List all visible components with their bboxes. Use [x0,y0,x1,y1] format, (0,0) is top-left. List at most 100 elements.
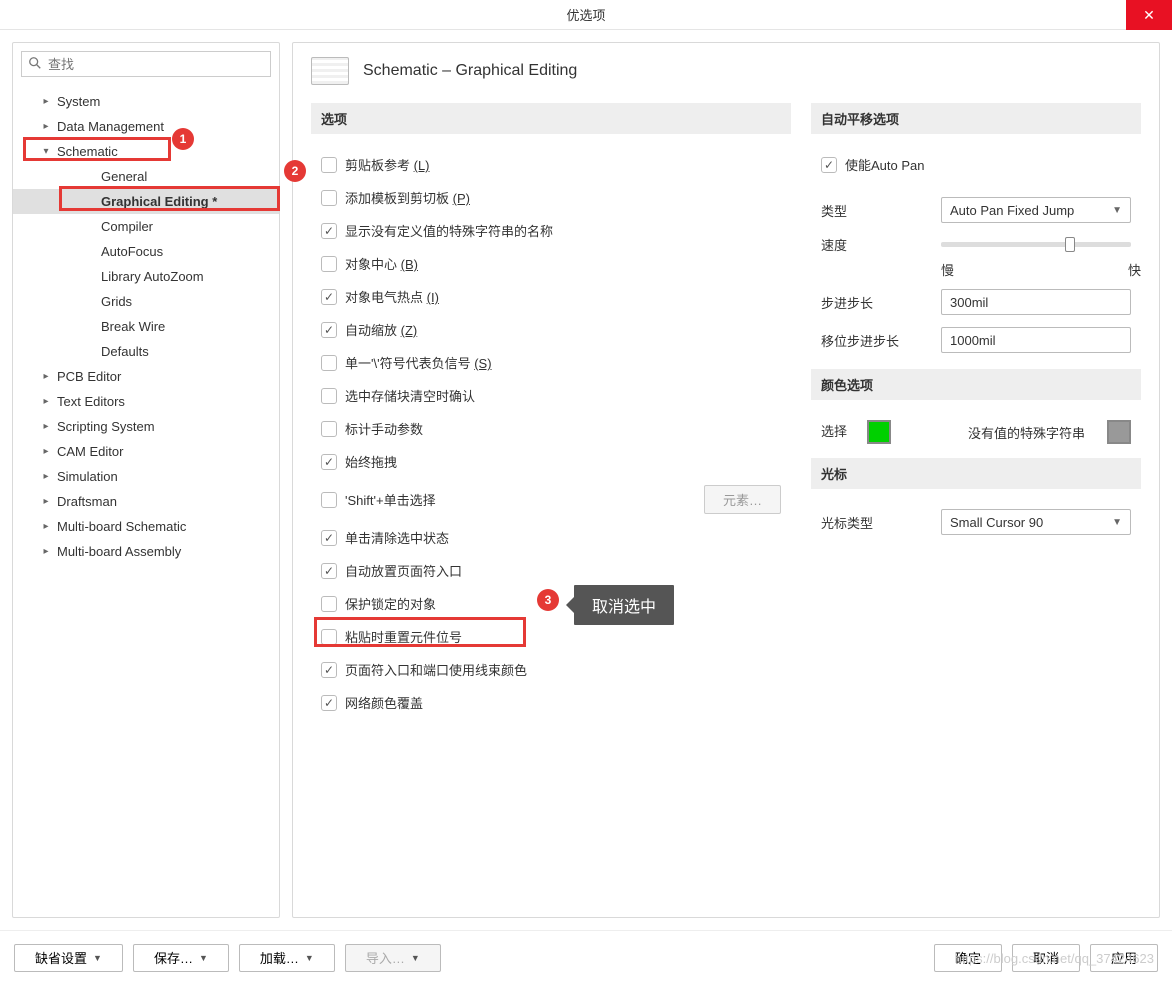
checkbox-reset-designator[interactable] [321,629,337,645]
defaults-button[interactable]: 缺省设置▼ [14,944,123,972]
tree-label: Schematic [57,144,118,159]
option-row-object-center: 对象中心 (B) [321,247,781,280]
select-autopan-type[interactable]: Auto Pan Fixed Jump ▼ [941,197,1131,223]
checkbox-shift-click[interactable] [321,492,337,508]
section-color-header: 颜色选项 [811,369,1141,400]
checkbox-object-center[interactable] [321,256,337,272]
tree-item-schematic[interactable]: ▾Schematic [13,139,279,164]
tree-item-draftsman[interactable]: ▸ Draftsman [13,489,279,514]
cancel-button[interactable]: 取消 [1012,944,1080,972]
checkbox-enable-autopan[interactable] [821,157,837,173]
chevron-down-icon: ▼ [1112,205,1122,216]
option-row-reset-designator: 粘贴时重置元件位号 [321,620,781,653]
bottom-toolbar: 缺省设置▼ 保存…▼ 加载…▼ 导入…▼ 确定 取消 应用 [0,930,1172,984]
checkbox-single-neg[interactable] [321,355,337,371]
input-shift-step[interactable]: 1000mil [941,327,1131,353]
slider-speed[interactable] [941,242,1131,247]
tree-item-compiler[interactable]: Compiler [13,214,279,239]
search-box[interactable] [21,51,271,77]
input-step[interactable]: 300mil [941,289,1131,315]
checkbox-protect-locked[interactable] [321,596,337,612]
tree-item-multiboard-assembly[interactable]: ▸Multi-board Assembly [13,539,279,564]
tree-label: Draftsman [57,494,117,509]
label-shift-click: 'Shift'+单击选择 [345,490,436,509]
tree-item-defaults[interactable]: Defaults [13,339,279,364]
tree-label: Defaults [101,344,149,359]
caret-right-icon: ▸ [41,397,51,407]
checkbox-mark-manual[interactable] [321,421,337,437]
color-swatch-selection[interactable] [867,420,891,444]
tree-item-system[interactable]: ▸System [13,89,279,114]
option-row-net-color-override: 网络颜色覆盖 [321,686,781,719]
tree-item-general[interactable]: General [13,164,279,189]
close-button[interactable]: ✕ [1126,0,1172,30]
label-fast: 快 [1128,260,1141,279]
checkbox-electrical-hotspot[interactable] [321,289,337,305]
select-value: Auto Pan Fixed Jump [950,203,1074,218]
caret-right-icon: ▸ [41,497,51,507]
checkbox-show-special[interactable] [321,223,337,239]
schematic-page-icon [311,57,349,85]
tree-item-scripting-system[interactable]: ▸Scripting System [13,414,279,439]
title-bar: 优选项 ✕ [0,0,1172,30]
option-row-add-template: 添加模板到剪切板 (P) [321,181,781,214]
tree-item-multiboard-schematic[interactable]: ▸Multi-board Schematic [13,514,279,539]
search-input[interactable] [48,57,264,72]
checkbox-net-color-override[interactable] [321,695,337,711]
label-net-color-override: 网络颜色覆盖 [345,693,423,712]
tree-item-text-editors[interactable]: ▸ Text Editors [13,389,279,414]
tree-item-cam-editor[interactable]: ▸CAM Editor [13,439,279,464]
checkbox-auto-zoom[interactable] [321,322,337,338]
label-object-center: 对象中心 (B) [345,254,418,273]
tree-item-autofocus[interactable]: AutoFocus [13,239,279,264]
label-type: 类型 [821,201,931,220]
tree-label: Grids [101,294,132,309]
tree-item-simulation[interactable]: ▸ Simulation [13,464,279,489]
checkbox-click-clear[interactable] [321,530,337,546]
checkbox-auto-place-sheet[interactable] [321,563,337,579]
label-special-color: 没有值的特殊字符串 [905,423,1093,442]
nav-tree: ▸System ▸Data Management ▾Schematic Gene… [13,85,279,917]
label-always-drag: 始终拖拽 [345,452,397,471]
tree-label: Multi-board Schematic [57,519,186,534]
option-row-mark-manual: 标计手动参数 [321,412,781,445]
option-row-shift-click: 'Shift'+单击选择元素… [321,478,781,521]
tree-item-pcb-editor[interactable]: ▸PCB Editor [13,364,279,389]
chevron-down-icon: ▼ [411,953,420,963]
option-row-protect-locked: 保护锁定的对象 [321,587,781,620]
tree-item-grids[interactable]: Grids [13,289,279,314]
tree-item-graphical-editing[interactable]: Graphical Editing * [13,189,279,214]
close-icon: ✕ [1143,7,1155,24]
slider-thumb[interactable] [1065,237,1075,252]
tree-label: Text Editors [57,394,125,409]
label-mark-manual: 标计手动参数 [345,419,423,438]
caret-right-icon: ▸ [41,472,51,482]
checkbox-always-drag[interactable] [321,454,337,470]
label-clipboard-ref: 剪贴板参考 (L) [345,155,430,174]
option-row-clipboard-ref: 剪贴板参考 (L) [321,148,781,181]
checkbox-clipboard-ref[interactable] [321,157,337,173]
tree-item-break-wire[interactable]: Break Wire [13,314,279,339]
save-button[interactable]: 保存…▼ [133,944,229,972]
checkbox-sheet-port-color[interactable] [321,662,337,678]
color-swatch-special[interactable] [1107,420,1131,444]
label-enable-autopan: 使能Auto Pan [845,155,925,174]
tree-label: Simulation [57,469,118,484]
apply-button[interactable]: 应用 [1090,944,1158,972]
label-click-clear: 单击清除选中状态 [345,528,449,547]
tree-item-data-management[interactable]: ▸Data Management [13,114,279,139]
checkbox-confirm-clear[interactable] [321,388,337,404]
import-button[interactable]: 导入…▼ [345,944,441,972]
load-button[interactable]: 加载…▼ [239,944,335,972]
option-row-always-drag: 始终拖拽 [321,445,781,478]
option-row-sheet-port-color: 页面符入口和端口使用线束颜色 [321,653,781,686]
tree-label: Compiler [101,219,153,234]
select-value: Small Cursor 90 [950,515,1043,530]
tree-item-library-autozoom[interactable]: Library AutoZoom [13,264,279,289]
select-cursor-type[interactable]: Small Cursor 90 ▼ [941,509,1131,535]
ok-button[interactable]: 确定 [934,944,1002,972]
tree-label: AutoFocus [101,244,163,259]
option-row-electrical-hotspot: 对象电气热点 (I) [321,280,781,313]
checkbox-add-template[interactable] [321,190,337,206]
caret-right-icon: ▸ [41,122,51,132]
